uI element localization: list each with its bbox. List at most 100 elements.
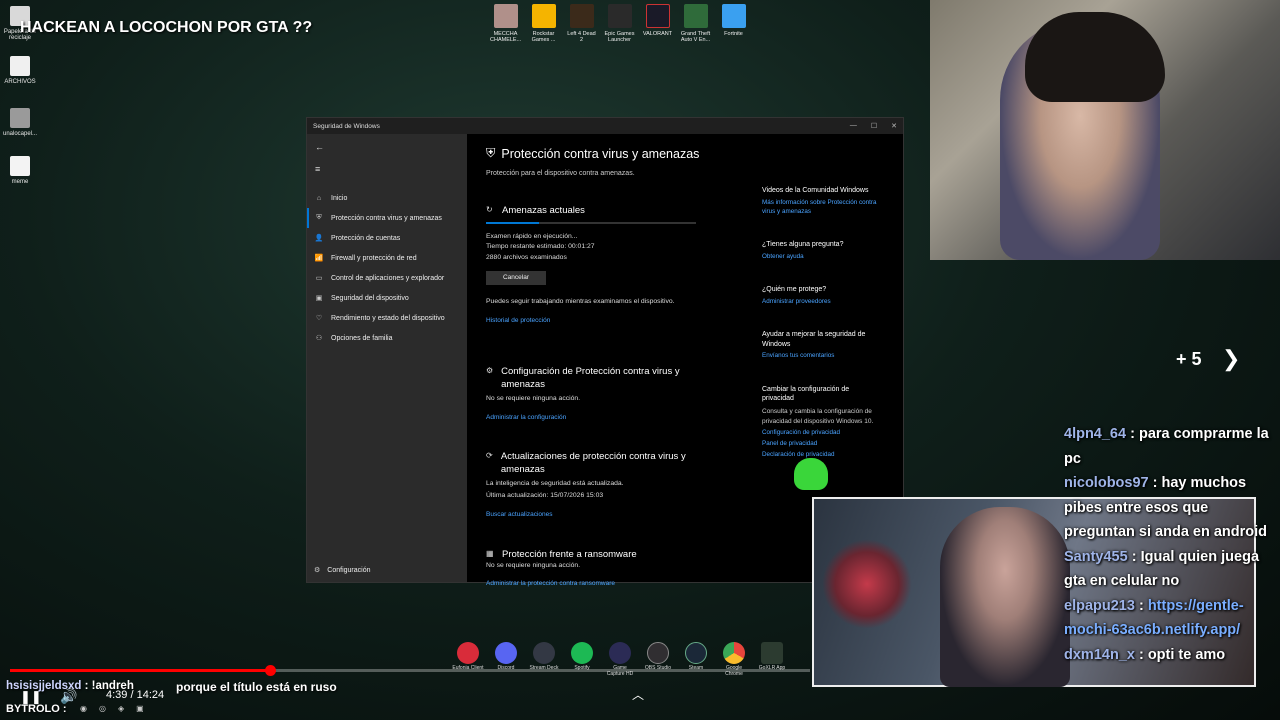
get-help-link[interactable]: Obtener ayuda	[762, 252, 882, 261]
tray-app-icon[interactable]: ◉	[80, 704, 87, 713]
close-icon[interactable]: ✕	[891, 122, 897, 130]
desktop-app-l4d2[interactable]: Left 4 Dead 2	[566, 4, 597, 43]
home-icon: ⌂	[316, 194, 322, 202]
manage-ransomware-link[interactable]: Administrar la protección contra ransomw…	[486, 580, 706, 587]
back-arrow-icon[interactable]: ←	[307, 140, 467, 162]
chat-separator: :	[1134, 646, 1148, 663]
chrome-icon	[723, 642, 745, 664]
gear-icon: ⚙	[314, 567, 321, 574]
sidebar-item-label: Inicio	[331, 194, 348, 202]
desktop-app-epic[interactable]: Epic Games Launcher	[604, 4, 635, 43]
heart-icon: ♡	[315, 315, 323, 322]
sidebar-item-firewall[interactable]: 📶 Firewall y protección de red	[307, 248, 467, 268]
maximize-icon[interactable]: ☐	[871, 122, 877, 130]
person-icon: 👤	[314, 235, 324, 242]
community-videos-block: Videos de la Comunidad Windows Más infor…	[762, 186, 882, 216]
app-label: Grand Theft Auto V En...	[680, 31, 711, 44]
ransomware-icon: ▦	[486, 549, 494, 558]
green-mascot-icon	[794, 458, 828, 490]
video-seek-bar[interactable]	[10, 665, 810, 676]
manage-settings-link[interactable]: Administrar la configuración	[486, 414, 706, 421]
desktop-app-valorant[interactable]: VALORANT	[642, 4, 673, 43]
sidebar-item-app-control[interactable]: ▭ Control de aplicaciones y explorador	[307, 268, 467, 288]
section-title: Actualizaciones de protección contra vir…	[500, 451, 686, 476]
more-count-badge: + 5	[1176, 349, 1202, 369]
desktop-icon-archivos[interactable]: ARCHIVOS	[0, 56, 40, 85]
desktop-app-meccha[interactable]: MECCHA CHAMELE...	[490, 4, 521, 43]
sidebar-item-inicio[interactable]: ⌂ Inicio	[307, 188, 467, 208]
chat-separator: :	[1126, 426, 1139, 442]
webcam-background	[822, 539, 912, 629]
privacy-statement-link[interactable]: Declaración de privacidad	[762, 450, 882, 459]
more-info-link[interactable]: Más información sobre Protección contra …	[762, 198, 882, 216]
sidebar-item-label: Control de aplicaciones y explorador	[331, 274, 445, 282]
app-label: Left 4 Dead 2	[567, 31, 596, 44]
privacy-dashboard-link[interactable]: Panel de privacidad	[762, 439, 882, 448]
app-label: Fortnite	[724, 31, 743, 37]
desktop-icon-unalocapel[interactable]: unalocapel...	[0, 108, 40, 137]
video-seek-fill	[10, 669, 270, 672]
app-icon	[533, 642, 555, 664]
minimize-icon[interactable]: —	[850, 122, 857, 130]
tray-app-icon[interactable]: ◈	[118, 704, 124, 713]
video-seek-knob[interactable]	[265, 665, 276, 676]
hamburger-menu-icon[interactable]: ≡	[307, 162, 467, 184]
chat-user: Santy455	[1064, 548, 1128, 565]
scan-files-count: 2880 archivos examinados	[486, 253, 567, 261]
chat-user: dxm14n_x	[1064, 646, 1135, 663]
chat-separator: :	[81, 680, 92, 692]
sidebar-item-device-security[interactable]: ▣ Seguridad del dispositivo	[307, 288, 467, 308]
protection-settings-section: ⚙ Configuración de Protección contra viru…	[486, 365, 706, 421]
page-title: ⛨ Protección contra virus y amenazas	[486, 146, 699, 161]
tray-app-icon[interactable]: ◎	[99, 704, 106, 713]
stream-title-overlay: HACKEAN A LOCOCHON POR GTA ??	[20, 19, 313, 36]
desktop-icon-label: unalocapel...	[2, 131, 38, 137]
chip-icon: ▣	[315, 295, 323, 302]
desktop-app-rockstar[interactable]: Rockstar Games ...	[528, 4, 559, 43]
current-threats-section: ↻ Amenazas actuales Examen rápido en ejec…	[486, 204, 706, 324]
taskbar-tray: ◉ ◎ ◈ ▣	[80, 704, 144, 713]
file-icon	[10, 108, 30, 128]
page-subtitle: Protección para el dispositivo contra am…	[486, 170, 635, 177]
app-icon	[645, 4, 670, 28]
section-title: Protección frente a ransomware	[502, 549, 637, 560]
scan-status-line: Examen rápido en ejecución...	[486, 233, 578, 241]
manage-providers-link[interactable]: Administrar proveedores	[762, 297, 882, 306]
last-update-text: Última actualización: 15/07/2026 15:03	[486, 491, 604, 499]
sidebar-item-account-protection[interactable]: 👤 Protección de cuentas	[307, 228, 467, 248]
chat-message: 4lpn4_64 : para comprarme la pc	[1064, 422, 1276, 471]
desktop-icon-label: ARCHIVOS	[4, 79, 36, 85]
desktop-icon-meme[interactable]: meme	[0, 156, 40, 185]
cancel-scan-button[interactable]: Cancelar	[486, 270, 546, 285]
tray-app-icon[interactable]: ▣	[136, 704, 144, 713]
chevron-right-icon[interactable]: ❯	[1222, 346, 1240, 372]
sidebar-item-label: Opciones de familia	[331, 334, 393, 342]
app-icon	[607, 4, 632, 28]
block-title: ¿Tienes alguna pregunta?	[762, 241, 844, 249]
send-feedback-link[interactable]: Envíanos tus comentarios	[762, 351, 882, 360]
chat-separator: :	[1127, 548, 1141, 565]
chat-message: dxm14n_x : opti te amo	[1064, 643, 1276, 668]
privacy-settings-link[interactable]: Configuración de privacidad	[762, 428, 882, 437]
desktop-app-gta[interactable]: Grand Theft Auto V En...	[680, 4, 711, 43]
sidebar-item-label: Seguridad del dispositivo	[331, 294, 409, 302]
browser-icon: ▭	[315, 275, 323, 282]
sidebar-item-family[interactable]: ⚇ Opciones de familia	[307, 328, 467, 348]
block-title: Videos de la Comunidad Windows	[762, 187, 869, 194]
app-icon	[761, 642, 783, 664]
sidebar-item-device-performance[interactable]: ♡ Rendimiento y estado del dispositivo	[307, 308, 467, 328]
protection-history-link[interactable]: Historial de protección	[486, 317, 706, 324]
check-updates-link[interactable]: Buscar actualizaciones	[486, 511, 706, 518]
section-text: No se requiere ninguna acción.	[486, 562, 581, 570]
window-titlebar[interactable]: Seguridad de Windows — ☐ ✕	[307, 118, 903, 134]
desktop-app-fortnite[interactable]: Fortnite	[718, 4, 749, 43]
section-title: Configuración de Protección contra virus…	[501, 366, 680, 391]
sidebar-item-label: Configuración	[327, 566, 371, 574]
chat-user: 4lpn4_64	[1064, 426, 1127, 442]
wifi-icon: 📶	[314, 255, 324, 262]
app-icon	[683, 4, 708, 28]
sidebar-item-settings[interactable]: ⚙ Configuración	[314, 566, 371, 575]
sidebar-item-virus-protection[interactable]: ⛨ Protección contra virus y amenazas	[307, 208, 467, 228]
improve-block: Ayudar a mejorar la seguridad de Windows…	[762, 330, 882, 361]
chevron-up-icon[interactable]: ︿	[632, 686, 644, 703]
